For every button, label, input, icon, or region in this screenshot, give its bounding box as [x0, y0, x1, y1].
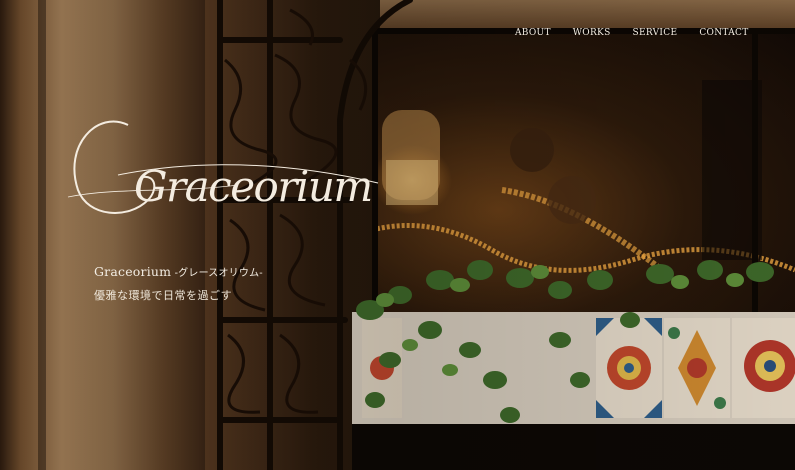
- nav-link-service[interactable]: SERVICE: [622, 27, 689, 39]
- nav-link-works[interactable]: WORKS: [562, 27, 622, 39]
- main-nav: ABOUT WORKS SERVICE CONTACT: [504, 27, 760, 39]
- graceorium-logo: Graceorium: [67, 120, 379, 214]
- logo-wordmark: Graceorium: [134, 162, 372, 211]
- hero-section: ABOUT WORKS SERVICE CONTACT Graceorium G…: [0, 0, 795, 470]
- brand-name: Graceorium: [94, 264, 172, 279]
- hero-tagline-name: Graceorium -グレースオリウム-: [94, 264, 263, 279]
- hero-tagline-jp: 優雅な環境で日常を過ごす: [94, 289, 233, 302]
- nav-link-about[interactable]: ABOUT: [504, 27, 562, 39]
- image-overlay: [0, 0, 795, 470]
- brand-name-katakana: -グレースオリウム-: [171, 268, 263, 279]
- nav-link-contact[interactable]: CONTACT: [688, 27, 759, 39]
